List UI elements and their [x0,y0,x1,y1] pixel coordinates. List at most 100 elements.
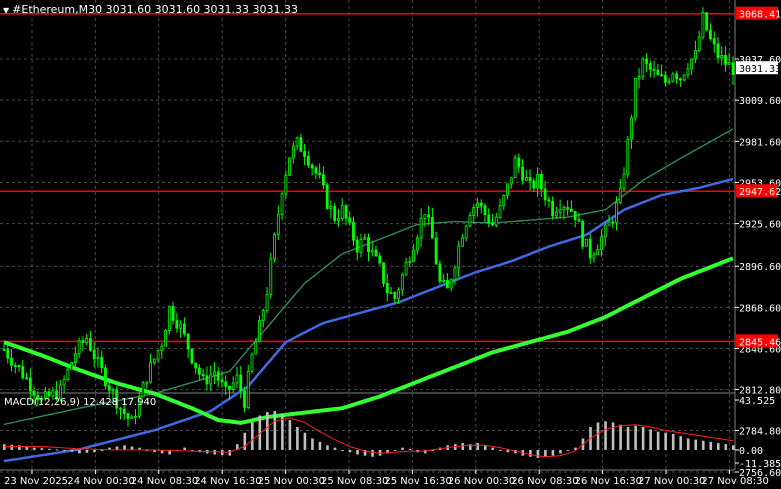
candle-body [246,371,250,408]
candle-body [310,164,314,169]
candle-body [487,214,491,224]
candle-body [626,138,630,175]
macd-bar [341,449,344,451]
candle-body [77,340,81,355]
macd-bar [25,446,29,450]
macd-bar [183,447,186,450]
candle-body [186,333,190,350]
candle-body [573,210,577,220]
candle-body [32,390,36,396]
candle-body [603,224,607,238]
candle-body [303,150,307,157]
candle-body [182,323,186,335]
price-tick-label: 2812.80 [739,385,781,396]
candle-body [724,55,727,65]
macd-bar [461,443,465,450]
candle-body [393,292,397,299]
candle-body [352,221,355,241]
candle-body [73,353,77,364]
candle-body [130,416,134,419]
candle-body [611,221,615,224]
macd-bar [724,444,728,450]
candle-body [96,356,100,360]
candle-body [205,375,209,385]
current-price-label: 3031.33 [739,64,781,75]
candle-body [697,36,701,51]
candle-body [539,174,543,190]
candle-body [231,382,235,390]
candle-body [404,262,408,276]
candle-body [453,267,457,281]
candle-body [175,319,179,329]
candle-body [577,219,581,222]
candle-body [494,216,498,226]
macd-bar [544,449,547,457]
candle-body [374,249,378,257]
symbol-header: ▼ #Ethereum,M30 3031.60 3031.60 3031.33 3… [3,3,298,16]
candle-body [479,202,483,207]
candle-body [566,207,570,210]
candle-body [682,74,686,81]
candle-body [190,348,194,364]
candle-body [446,279,449,289]
macd-bar [634,425,637,450]
macd-bar [303,432,307,450]
macd-bar [318,441,322,450]
candle-body [370,249,374,253]
candle-body [731,62,735,76]
macd-bar [476,443,480,450]
candle-body [295,137,299,147]
collapse-arrow-icon[interactable]: ▼ [3,6,9,15]
candle-body [201,373,205,377]
candle-body [720,55,724,59]
candle-body [389,292,393,295]
macd-bar [619,424,622,450]
macd-bar [671,433,675,450]
candle-body [149,362,152,383]
candle-body [449,279,453,289]
price-tick-label: 2868.60 [739,303,781,314]
candle-body [521,166,524,181]
candle-body [359,238,363,253]
macd-bar [626,426,630,450]
candle-body [622,173,626,189]
candle-body [570,208,573,212]
candle-body [104,367,107,387]
time-tick-label: 25 Nov 00:30 [258,476,325,487]
macd-bar [596,422,600,450]
candle-body [363,237,367,240]
candle-body [675,73,679,80]
time-tick-label: 24 Nov 16:30 [194,476,261,487]
candle-body [92,349,96,360]
candle-body [243,390,246,408]
candle-body [250,353,254,373]
candle-body [152,358,156,363]
candle-body [618,187,622,203]
macd-bar [664,432,667,450]
macd-bar [63,449,66,451]
candle-body [652,68,656,71]
candle-body [62,379,66,386]
candle-body [314,167,318,174]
macd-bar [716,443,720,450]
candle-body [209,374,213,385]
candle-body [536,174,539,189]
macd-bar [10,444,14,450]
candle-body [179,323,183,329]
candle-body [709,29,712,40]
candle-body [506,183,509,196]
candle-body [134,415,137,418]
price-tick-label: 3009.60 [739,96,781,107]
candle-body [141,382,145,398]
candle-body [562,207,566,211]
macd-bar [408,448,412,450]
candle-body [630,117,633,140]
candle-body [667,80,671,83]
candle-body [235,374,239,384]
candle-body [596,249,600,255]
macd-bar [483,445,487,450]
candle-body [517,157,521,168]
macd-bar [288,420,292,450]
candle-body [239,374,243,392]
macd-bar [491,447,495,450]
